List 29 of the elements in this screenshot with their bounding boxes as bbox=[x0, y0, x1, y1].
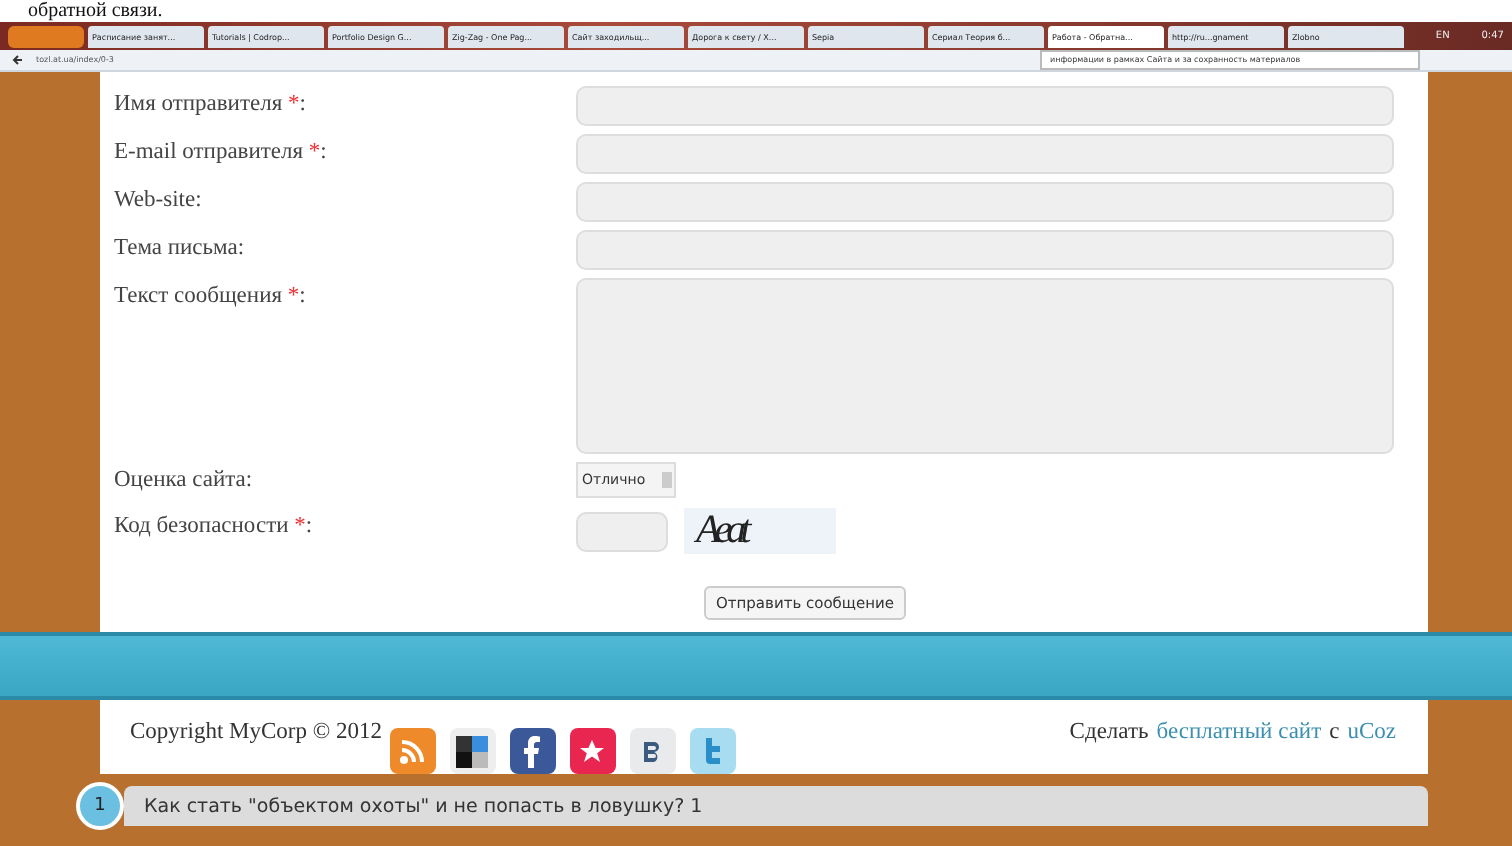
field-label: Оценка сайта: bbox=[114, 466, 255, 496]
input-field[interactable] bbox=[576, 182, 1394, 222]
squares-icon[interactable] bbox=[449, 728, 496, 774]
ucoz-link[interactable]: uCoz bbox=[1347, 720, 1396, 744]
input-field[interactable] bbox=[576, 230, 1394, 270]
field-label: Код безопасности *: bbox=[114, 512, 315, 542]
input-field[interactable] bbox=[576, 86, 1394, 126]
news-title: Как стать "объектом охоты" и не попасть в ловушку? 1 bbox=[144, 795, 703, 817]
vk-icon[interactable] bbox=[629, 728, 676, 774]
footer-text: с bbox=[1329, 720, 1340, 744]
facebook-icon[interactable] bbox=[509, 728, 556, 774]
twitter-icon[interactable] bbox=[689, 728, 736, 774]
field-label: Тема письма: bbox=[114, 234, 247, 264]
input-field[interactable] bbox=[576, 134, 1394, 174]
news-bar[interactable]: Как стать "объектом охоты" и не попасть в ловушку? 1 bbox=[124, 786, 1428, 826]
news-number: 1 bbox=[76, 782, 124, 830]
field-label: E-mail отправителя *: bbox=[114, 138, 329, 168]
free-site-link[interactable]: бесплатный сайт bbox=[1156, 720, 1322, 744]
footer-text: Сделать bbox=[1069, 720, 1149, 744]
field-label: Имя отправителя *: bbox=[114, 90, 308, 120]
back-icon[interactable] bbox=[12, 54, 24, 66]
start-button[interactable] bbox=[8, 25, 84, 47]
rss-icon[interactable] bbox=[389, 728, 436, 774]
captcha-image: Aeat bbox=[684, 508, 836, 554]
copyright-text: Copyright MyCorp © 2012 bbox=[130, 720, 382, 744]
field-label: Web-site: bbox=[114, 186, 204, 216]
message-field[interactable] bbox=[576, 278, 1394, 454]
field-label: Текст сообщения *: bbox=[114, 282, 308, 312]
captcha-field[interactable] bbox=[576, 511, 668, 551]
